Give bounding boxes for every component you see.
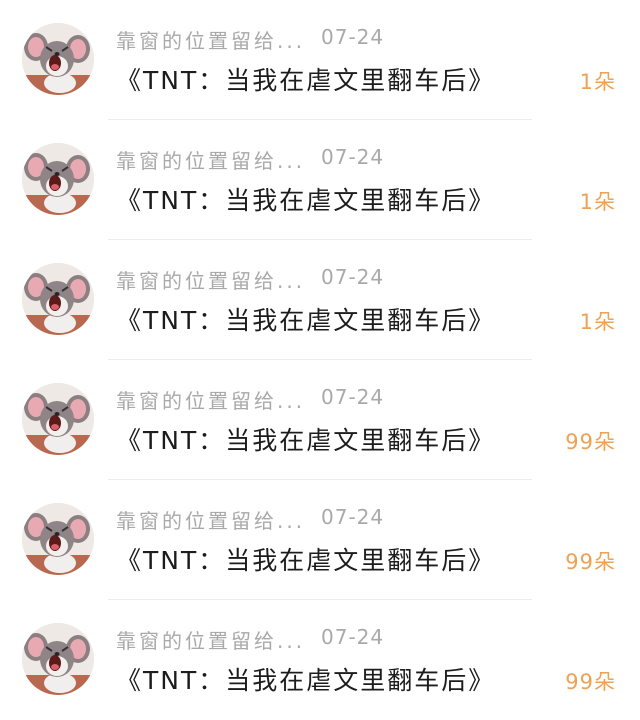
post-date: 07-24 bbox=[321, 385, 385, 409]
flower-count: 99朵 bbox=[565, 430, 616, 454]
avatar[interactable] bbox=[22, 23, 94, 95]
book-title[interactable]: 《TNT：当我在虐文里翻车后》 bbox=[116, 661, 495, 697]
username[interactable]: 靠窗的位置留给... bbox=[116, 389, 305, 413]
crying-mouse-avatar-icon bbox=[22, 23, 94, 95]
username[interactable]: 靠窗的位置留给... bbox=[116, 29, 305, 53]
avatar[interactable] bbox=[22, 503, 94, 575]
crying-mouse-avatar-icon bbox=[22, 623, 94, 695]
avatar[interactable] bbox=[22, 263, 94, 335]
gift-record-list: 靠窗的位置留给... 07-24 《TNT：当我在虐文里翻车后》 1朵 靠窗的位… bbox=[0, 0, 640, 709]
book-title[interactable]: 《TNT：当我在虐文里翻车后》 bbox=[116, 181, 495, 217]
crying-mouse-avatar-icon bbox=[22, 143, 94, 215]
post-meta: 靠窗的位置留给... 07-24 bbox=[116, 625, 383, 653]
post-date: 07-24 bbox=[321, 505, 385, 529]
post-meta: 靠窗的位置留给... 07-24 bbox=[116, 385, 383, 413]
flower-count: 99朵 bbox=[565, 550, 616, 574]
username[interactable]: 靠窗的位置留给... bbox=[116, 509, 305, 533]
post-date: 07-24 bbox=[321, 25, 385, 49]
crying-mouse-avatar-icon bbox=[22, 383, 94, 455]
post-meta: 靠窗的位置留给... 07-24 bbox=[116, 505, 383, 533]
post-meta: 靠窗的位置留给... 07-24 bbox=[116, 265, 383, 293]
list-item[interactable]: 靠窗的位置留给... 07-24 《TNT：当我在虐文里翻车后》 99朵 bbox=[0, 480, 640, 600]
avatar[interactable] bbox=[22, 143, 94, 215]
flower-count: 99朵 bbox=[565, 670, 616, 694]
flower-count: 1朵 bbox=[579, 190, 616, 214]
crying-mouse-avatar-icon bbox=[22, 263, 94, 335]
book-title[interactable]: 《TNT：当我在虐文里翻车后》 bbox=[116, 301, 495, 337]
username[interactable]: 靠窗的位置留给... bbox=[116, 629, 305, 653]
list-item[interactable]: 靠窗的位置留给... 07-24 《TNT：当我在虐文里翻车后》 99朵 bbox=[0, 600, 640, 720]
avatar[interactable] bbox=[22, 623, 94, 695]
post-date: 07-24 bbox=[321, 265, 385, 289]
post-date: 07-24 bbox=[321, 625, 385, 649]
book-title[interactable]: 《TNT：当我在虐文里翻车后》 bbox=[116, 61, 495, 97]
crying-mouse-avatar-icon bbox=[22, 503, 94, 575]
post-date: 07-24 bbox=[321, 145, 385, 169]
list-item[interactable]: 靠窗的位置留给... 07-24 《TNT：当我在虐文里翻车后》 1朵 bbox=[0, 0, 640, 120]
post-meta: 靠窗的位置留给... 07-24 bbox=[116, 145, 383, 173]
list-item[interactable]: 靠窗的位置留给... 07-24 《TNT：当我在虐文里翻车后》 1朵 bbox=[0, 120, 640, 240]
username[interactable]: 靠窗的位置留给... bbox=[116, 269, 305, 293]
list-item[interactable]: 靠窗的位置留给... 07-24 《TNT：当我在虐文里翻车后》 99朵 bbox=[0, 360, 640, 480]
post-meta: 靠窗的位置留给... 07-24 bbox=[116, 25, 383, 53]
list-item[interactable]: 靠窗的位置留给... 07-24 《TNT：当我在虐文里翻车后》 1朵 bbox=[0, 240, 640, 360]
book-title[interactable]: 《TNT：当我在虐文里翻车后》 bbox=[116, 541, 495, 577]
avatar[interactable] bbox=[22, 383, 94, 455]
flower-count: 1朵 bbox=[579, 310, 616, 334]
flower-count: 1朵 bbox=[579, 70, 616, 94]
book-title[interactable]: 《TNT：当我在虐文里翻车后》 bbox=[116, 421, 495, 457]
username[interactable]: 靠窗的位置留给... bbox=[116, 149, 305, 173]
